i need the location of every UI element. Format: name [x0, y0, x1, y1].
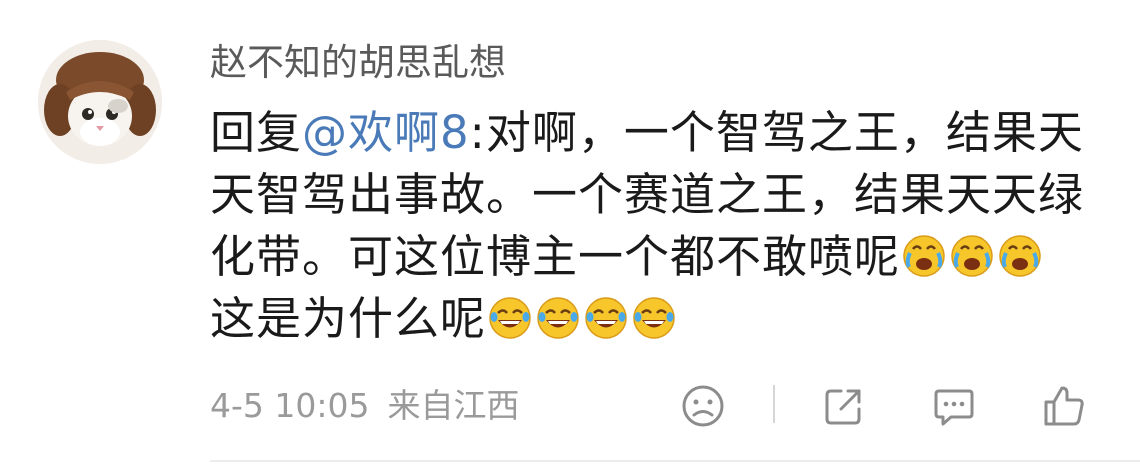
- share-icon: [825, 389, 861, 425]
- dislike-button[interactable]: [677, 380, 729, 432]
- crying-emoji-icon: [949, 233, 995, 279]
- share-button[interactable]: [818, 380, 870, 432]
- divider: [210, 460, 1140, 462]
- comment-icon: [934, 389, 974, 426]
- comment-body-part2: 这是为什么呢: [210, 292, 487, 345]
- sad-face-icon: [682, 385, 724, 427]
- crying-emoji-icon: [997, 233, 1043, 279]
- laugh-tears-emoji-icon: [487, 295, 533, 341]
- comment-text: 回复@欢啊8:对啊，一个智驾之王，结果天天智驾出事故。一个赛道之王，结果天天绿化…: [210, 102, 1090, 350]
- action-bar: [0, 380, 1140, 432]
- laugh-tears-emoji-icon: [583, 295, 629, 341]
- avatar[interactable]: [38, 40, 162, 164]
- laugh-tears-emoji-icon: [631, 295, 677, 341]
- mention-link[interactable]: @欢啊8: [302, 106, 470, 159]
- cat-avatar-image: [38, 40, 162, 164]
- thumbs-up-icon: [1044, 386, 1084, 426]
- laugh-tears-emoji-icon: [535, 295, 581, 341]
- like-button[interactable]: [1038, 380, 1090, 432]
- crying-emoji-icon: [901, 233, 947, 279]
- username[interactable]: 赵不知的胡思乱想: [210, 38, 506, 88]
- reply-prefix: 回复: [210, 106, 303, 159]
- action-separator: [773, 385, 775, 423]
- comment-button[interactable]: [928, 380, 980, 432]
